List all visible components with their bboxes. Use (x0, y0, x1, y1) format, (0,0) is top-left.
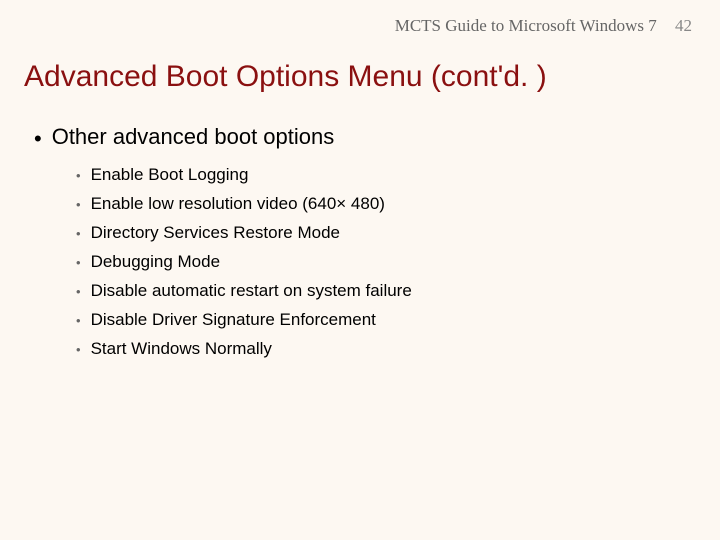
bullet-dot-icon: • (76, 169, 81, 182)
page-number: 42 (675, 16, 692, 35)
book-title: MCTS Guide to Microsoft Windows 7 (395, 16, 657, 35)
slide-header: MCTS Guide to Microsoft Windows 7 42 (0, 0, 720, 36)
bullet-dot-icon: • (76, 343, 81, 356)
bullet-level2-item: • Start Windows Normally (76, 338, 686, 361)
bullet-dot-icon: • (34, 128, 42, 150)
slide-title: Advanced Boot Options Menu (cont'd. ) (0, 36, 720, 94)
bullet-level2-item: • Disable Driver Signature Enforcement (76, 309, 686, 332)
bullet-dot-icon: • (76, 285, 81, 298)
bullet-level2-text: Disable automatic restart on system fail… (91, 280, 412, 303)
bullet-dot-icon: • (76, 227, 81, 240)
bullet-dot-icon: • (76, 256, 81, 269)
slide-content: • Other advanced boot options • Enable B… (0, 94, 720, 361)
bullet-level2-item: • Enable low resolution video (640× 480) (76, 193, 686, 216)
bullet-level2-text: Start Windows Normally (91, 338, 272, 361)
bullet-level2-item: • Directory Services Restore Mode (76, 222, 686, 245)
bullet-level2-text: Enable Boot Logging (91, 164, 249, 187)
bullet-level2-text: Debugging Mode (91, 251, 220, 274)
bullet-dot-icon: • (76, 314, 81, 327)
bullet-level2-text: Disable Driver Signature Enforcement (91, 309, 376, 332)
bullet-level1-text: Other advanced boot options (52, 124, 335, 150)
bullet-level2-text: Enable low resolution video (640× 480) (91, 193, 385, 216)
bullet-level2-item: • Debugging Mode (76, 251, 686, 274)
bullet-level1: • Other advanced boot options (34, 124, 686, 150)
bullet-level2-text: Directory Services Restore Mode (91, 222, 340, 245)
bullet-level2-item: • Disable automatic restart on system fa… (76, 280, 686, 303)
bullet-level2-list: • Enable Boot Logging • Enable low resol… (34, 160, 686, 361)
bullet-dot-icon: • (76, 198, 81, 211)
bullet-level2-item: • Enable Boot Logging (76, 164, 686, 187)
